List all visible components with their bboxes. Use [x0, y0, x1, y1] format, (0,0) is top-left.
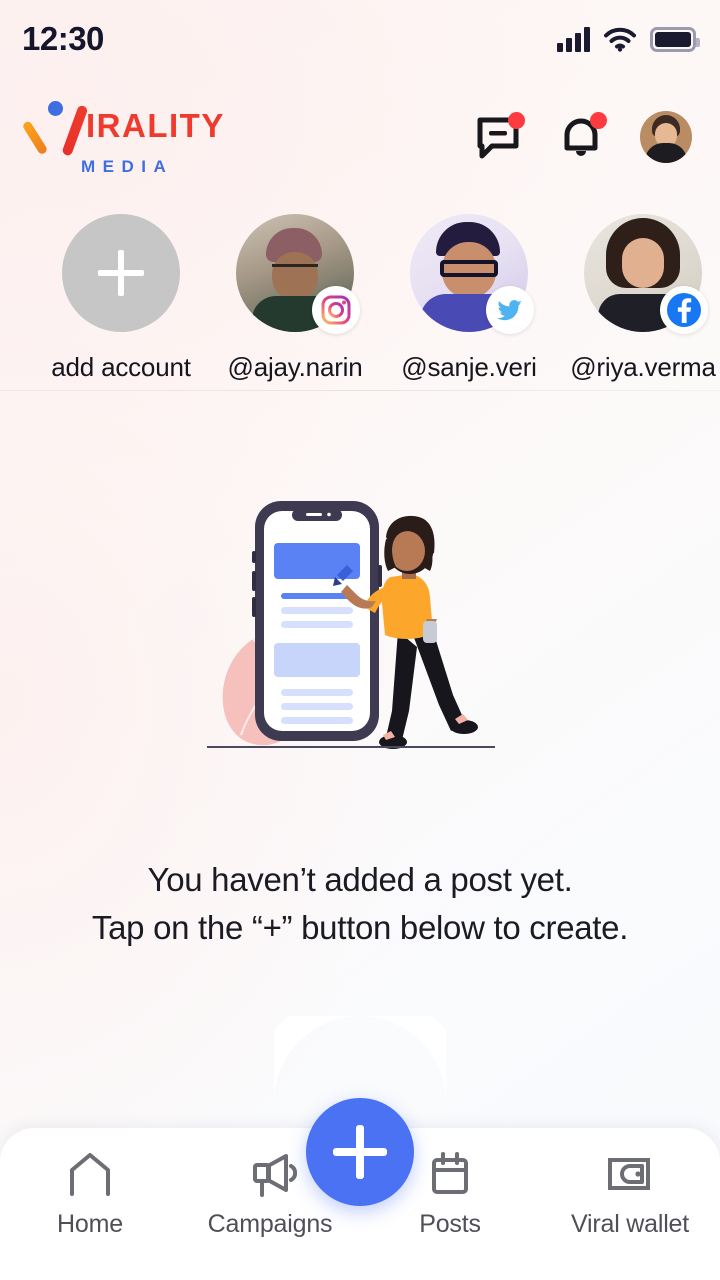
profile-avatar[interactable]	[640, 110, 692, 163]
brand-logo: IRALITY MEDIA	[21, 97, 225, 177]
add-account-item[interactable]: add account	[34, 195, 208, 383]
account-handle: @sanje.veri	[401, 352, 537, 382]
logo-v-mark-icon	[21, 97, 92, 157]
messages-button[interactable]	[476, 111, 525, 160]
app-header: IRALITY MEDIA	[0, 78, 720, 195]
battery-full-icon	[650, 26, 700, 52]
empty-state-text: You haven’t added a post yet. Tap on the…	[91, 856, 629, 952]
notifications-badge	[590, 111, 607, 129]
nav-label-posts: Posts	[419, 1210, 481, 1238]
nav-item-viral-wallet[interactable]: Viral wallet	[540, 1150, 720, 1239]
account-item[interactable]: @sanje.veri	[382, 195, 556, 383]
plus-icon	[333, 1125, 387, 1179]
brand-subtitle: MEDIA	[81, 156, 174, 176]
empty-state-line-1: You haven’t added a post yet.	[147, 861, 573, 898]
signal-bars-icon	[557, 26, 590, 52]
account-handle: @riya.verma	[570, 352, 716, 382]
header-actions	[476, 110, 692, 163]
empty-state-line-2: Tap on the “+” button below to create.	[91, 909, 629, 946]
add-account-circle[interactable]	[62, 214, 180, 332]
wifi-icon	[604, 27, 636, 52]
create-post-fab[interactable]	[306, 1098, 414, 1206]
home-icon	[70, 1153, 110, 1196]
nav-label-viral-wallet: Viral wallet	[570, 1210, 690, 1238]
twitter-icon	[486, 286, 534, 334]
messages-badge	[508, 111, 525, 129]
bottom-navigation: Home Campaigns Posts Viral wallet	[0, 1098, 720, 1280]
brand-name: IRALITY	[86, 106, 225, 144]
status-time: 12:30	[22, 20, 104, 57]
account-item[interactable]: @ajay.narin	[208, 195, 382, 383]
account-handle: @ajay.narin	[227, 352, 363, 382]
facebook-icon	[660, 286, 708, 334]
avatar[interactable]	[410, 214, 534, 334]
nav-label-home: Home	[57, 1210, 123, 1238]
nav-label-campaigns: Campaigns	[207, 1210, 333, 1238]
avatar[interactable]	[236, 214, 360, 334]
nav-item-home[interactable]: Home	[0, 1150, 180, 1239]
status-bar: 12:30	[0, 0, 720, 78]
megaphone-icon	[253, 1154, 298, 1197]
woman-with-phone-illustration	[195, 479, 525, 784]
calendar-icon	[432, 1152, 468, 1194]
linked-accounts-row[interactable]: add account @ajay.narin @sanje.veri @riy…	[0, 195, 720, 391]
notifications-button[interactable]	[558, 111, 607, 160]
avatar[interactable]	[584, 214, 708, 334]
status-icons	[557, 26, 700, 52]
account-item[interactable]: @riya.verma	[556, 195, 720, 383]
instagram-icon	[312, 286, 360, 334]
add-account-label: add account	[51, 352, 191, 382]
wallet-icon	[608, 1158, 650, 1190]
plus-icon	[98, 250, 144, 296]
